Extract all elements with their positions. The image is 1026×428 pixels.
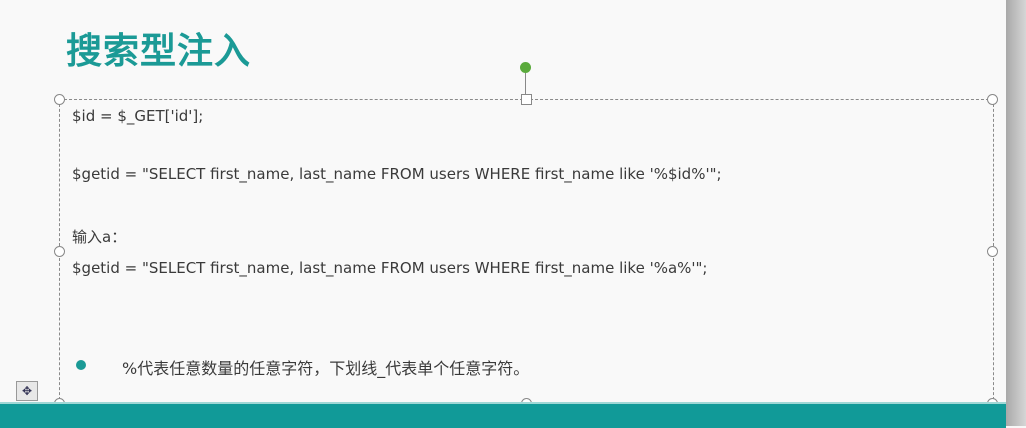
bullet-text: %代表任意数量的任意字符，下划线_代表单个任意字符。	[122, 359, 530, 378]
footer-bar	[0, 402, 1006, 428]
code-line: $getid = "SELECT first_name, last_name F…	[72, 165, 722, 183]
window-edge	[1006, 0, 1026, 426]
rotate-connector	[525, 73, 526, 95]
slide: 搜索型注入 $id = $_GET['id']; $getid = "SELEC…	[0, 0, 1006, 428]
bullet-icon	[76, 360, 86, 370]
resize-handle-right[interactable]	[987, 246, 998, 257]
code-line: $id = $_GET['id'];	[72, 107, 204, 125]
slide-title[interactable]: 搜索型注入	[66, 22, 251, 74]
resize-handle-top-left[interactable]	[54, 94, 65, 105]
resize-handle-left[interactable]	[54, 246, 65, 257]
text-line: 输入a：	[72, 228, 127, 246]
resize-handle-top[interactable]	[521, 94, 532, 105]
rotate-handle-icon[interactable]	[520, 62, 531, 73]
move-icon[interactable]: ✥	[16, 381, 38, 401]
resize-handle-top-right[interactable]	[987, 94, 998, 105]
code-line: $getid = "SELECT first_name, last_name F…	[72, 259, 708, 277]
